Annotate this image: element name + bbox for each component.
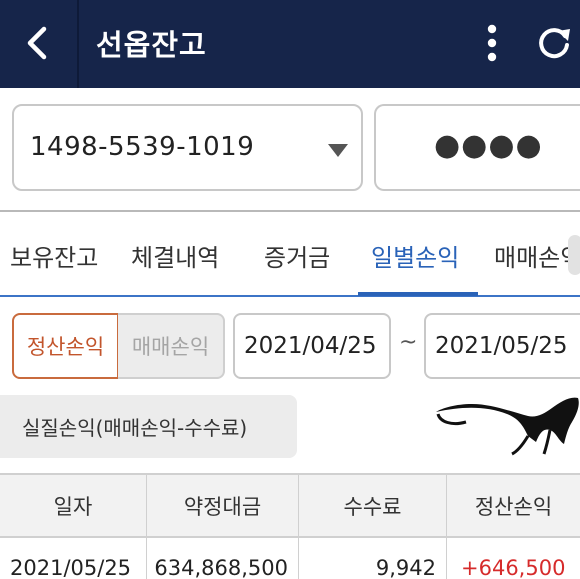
app-header: 선옵잔고 (0, 0, 580, 88)
date-to-input[interactable]: 2021/05/25 (424, 313, 580, 379)
cell-settle-pnl: +646,500 (461, 556, 566, 579)
active-tab-indicator (358, 292, 478, 296)
table-header: 일자 약정대금 수수료 정산손익 (0, 473, 580, 538)
refresh-button[interactable] (530, 20, 578, 66)
chevron-left-icon (27, 26, 47, 60)
header-divider (77, 0, 79, 88)
more-vertical-icon (487, 24, 497, 62)
account-select[interactable]: 1498-5539-1019 (12, 104, 363, 191)
refresh-icon (539, 28, 570, 59)
cell-volume: 634,868,500 (147, 538, 299, 579)
tab-scroll-indicator (568, 235, 580, 275)
tab-holdings[interactable]: 보유잔고 (10, 238, 98, 273)
column-header-fee: 수수료 (299, 475, 447, 536)
page-title: 선옵잔고 (96, 28, 207, 62)
column-header-date: 일자 (0, 475, 147, 536)
table-row[interactable]: 2021/05/25 634,868,500 9,942 +646,500 (0, 538, 580, 579)
back-button[interactable] (14, 20, 60, 66)
tab-margin[interactable]: 증거금 (264, 238, 330, 273)
password-field[interactable]: ●●●● (374, 104, 580, 191)
redaction-scribble (436, 397, 579, 456)
date-range-separator: ~ (399, 330, 418, 355)
segment-settlement-pnl[interactable]: 정산손익 (12, 313, 119, 379)
column-header-settle-pnl: 정산손익 (474, 494, 553, 519)
date-from-input[interactable]: 2021/04/25 (233, 313, 391, 379)
tab-bar-border (0, 295, 580, 297)
caret-down-icon (328, 144, 348, 157)
column-header-volume: 약정대금 (147, 475, 299, 536)
segment-trading-pnl[interactable]: 매매손익 (118, 313, 225, 379)
realized-pnl-label: 실질손익(매매손익-수수료) (0, 395, 297, 458)
tab-bar: 보유잔고 체결내역 증거금 일별손익 매매손익 (0, 212, 580, 298)
more-menu-button[interactable] (474, 20, 510, 66)
password-mask: ●●●● (434, 128, 543, 163)
account-number: 1498-5539-1019 (30, 132, 255, 162)
cell-fee: 9,942 (299, 538, 447, 579)
tab-daily-pnl[interactable]: 일별손익 (371, 238, 459, 273)
tab-executions[interactable]: 체결내역 (131, 238, 219, 273)
cell-date: 2021/05/25 (0, 538, 147, 579)
